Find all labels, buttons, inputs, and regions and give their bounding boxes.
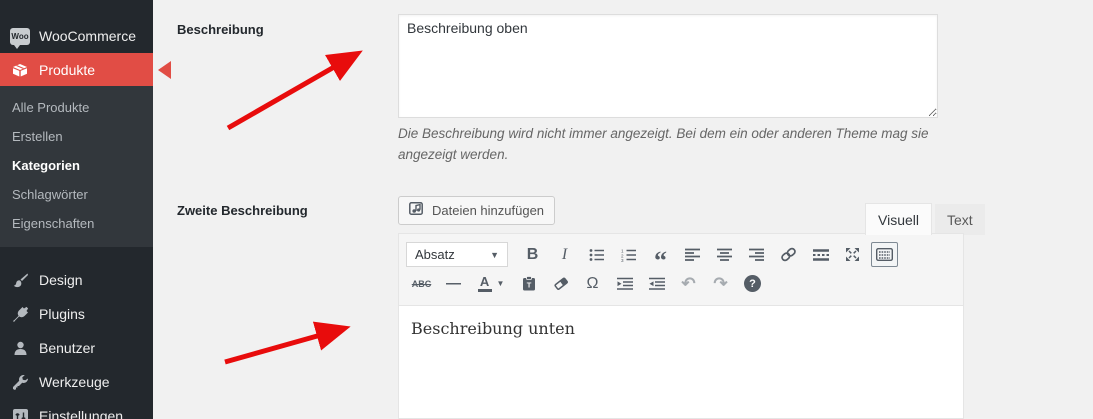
sidebar-item-label: Design: [39, 272, 83, 288]
sidebar-item-schlagwoerter[interactable]: Schlagwörter: [0, 180, 153, 209]
format-dropdown[interactable]: Absatz ▼: [406, 242, 508, 267]
sidebar-item-benutzer[interactable]: Benutzer: [0, 331, 153, 365]
sidebar-item-label: WooCommerce: [39, 28, 136, 44]
align-right-button[interactable]: [743, 242, 770, 267]
sidebar-item-werkzeuge[interactable]: Werkzeuge: [0, 365, 153, 399]
omega-icon: Ω: [586, 274, 599, 292]
blockquote-button[interactable]: “: [647, 242, 674, 275]
italic-icon: I: [561, 245, 568, 263]
italic-button[interactable]: I: [551, 242, 578, 267]
align-left-button[interactable]: [679, 242, 706, 267]
link-button[interactable]: [775, 242, 802, 267]
editor-toolbar: Absatz ▼ B I 1 2 3 “ ABC — A ▼ T Ω ↶ ↷ ?: [399, 234, 963, 306]
user-icon: [10, 338, 30, 358]
sidebar-item-label: Produkte: [39, 61, 96, 78]
toolbar-toggle-icon: [876, 248, 893, 261]
horizontal-rule-icon: —: [446, 275, 461, 292]
indent-button[interactable]: [643, 271, 670, 296]
horizontal-rule-button[interactable]: —: [440, 271, 467, 296]
add-media-icon: [409, 201, 426, 220]
tab-text[interactable]: Text: [935, 204, 985, 235]
plug-icon: [10, 304, 30, 324]
editor-mode-tabs: Visuell Text: [865, 203, 985, 235]
sidebar-item-alle-produkte[interactable]: Alle Produkte: [0, 93, 153, 122]
toolbar-row-1: Absatz ▼ B I 1 2 3 “: [406, 240, 956, 275]
sidebar-item-erstellen[interactable]: Erstellen: [0, 122, 153, 151]
strikethrough-button[interactable]: ABC: [408, 271, 435, 296]
wrench-icon: [10, 372, 30, 392]
read-more-button[interactable]: [807, 242, 834, 267]
sidebar-item-label: Einstellungen: [39, 408, 124, 419]
bold-button[interactable]: B: [519, 242, 546, 267]
undo-icon: ↶: [681, 273, 696, 293]
brush-icon: [10, 270, 30, 290]
bullet-list-icon: [589, 248, 605, 262]
bold-icon: B: [526, 245, 539, 263]
sidebar-item-produkte[interactable]: Produkte: [0, 53, 171, 86]
special-character-button[interactable]: Ω: [579, 271, 606, 296]
eraser-icon: [553, 277, 569, 290]
link-icon: [780, 247, 797, 262]
paste-as-text-button[interactable]: T: [515, 271, 542, 296]
format-dropdown-value: Absatz: [415, 247, 455, 262]
description-label: Beschreibung: [177, 22, 264, 37]
help-icon: ?: [744, 275, 761, 292]
redo-icon: ↷: [713, 273, 728, 293]
numbered-list-icon: 1 2 3: [621, 248, 637, 262]
wysiwyg-editor: Absatz ▼ B I 1 2 3 “ ABC — A ▼ T Ω ↶ ↷ ?…: [398, 233, 964, 419]
align-center-icon: [717, 248, 732, 261]
text-color-button[interactable]: A ▼: [472, 271, 510, 296]
outdent-button[interactable]: [611, 271, 638, 296]
numbered-list-button[interactable]: 1 2 3: [615, 242, 642, 267]
produkte-submenu: Alle Produkte Erstellen Kategorien Schla…: [0, 86, 153, 247]
admin-sidebar: Woo WooCommerce Produkte Alle Produkte E…: [0, 0, 171, 419]
text-color-icon: A: [477, 275, 492, 292]
align-right-icon: [749, 248, 764, 261]
main-content: Beschreibung Beschreibung oben Die Besch…: [153, 0, 1093, 419]
sidebar-item-label: Benutzer: [39, 340, 96, 356]
undo-button[interactable]: ↶: [675, 271, 702, 296]
align-left-icon: [685, 248, 700, 261]
sidebar-item-label: Werkzeuge: [39, 374, 110, 390]
sidebar-item-label: Plugins: [39, 306, 85, 322]
add-media-button[interactable]: Dateien hinzufügen: [398, 196, 556, 225]
page: Woo WooCommerce Produkte Alle Produkte E…: [0, 0, 1093, 419]
description-help-text: Die Beschreibung wird nicht immer angeze…: [398, 126, 929, 162]
blockquote-icon: “: [654, 245, 667, 275]
settings-sliders-icon: [10, 406, 30, 419]
chevron-down-icon: ▼: [496, 279, 505, 288]
description-textarea[interactable]: Beschreibung oben: [398, 14, 938, 118]
fullscreen-icon: [845, 247, 860, 262]
editor-content-area[interactable]: Beschreibung unten: [399, 306, 963, 419]
tab-visual[interactable]: Visuell: [865, 203, 932, 235]
sidebar-item-plugins[interactable]: Plugins: [0, 297, 153, 331]
fullscreen-button[interactable]: [839, 242, 866, 267]
toolbar-row-2: ABC — A ▼ T Ω ↶ ↷ ?: [406, 269, 956, 298]
bullet-list-button[interactable]: [583, 242, 610, 267]
read-more-icon: [812, 248, 829, 261]
svg-text:3: 3: [621, 258, 624, 262]
second-description-label: Zweite Beschreibung: [177, 203, 308, 218]
woocommerce-icon: Woo: [10, 26, 30, 49]
clear-formatting-button[interactable]: [547, 271, 574, 296]
sidebar-item-design[interactable]: Design: [0, 263, 153, 297]
outdent-icon: [616, 277, 633, 290]
sidebar-item-eigenschaften[interactable]: Eigenschaften: [0, 209, 153, 238]
strikethrough-icon: ABC: [411, 278, 432, 289]
sidebar-item-kategorien[interactable]: Kategorien: [0, 151, 153, 180]
clipboard-icon: T: [522, 276, 536, 291]
add-media-label: Dateien hinzufügen: [432, 203, 545, 218]
indent-icon: [648, 277, 665, 290]
sidebar-item-woocommerce[interactable]: Woo WooCommerce: [0, 19, 153, 53]
sidebar-item-einstellungen[interactable]: Einstellungen: [0, 399, 153, 419]
redo-button[interactable]: ↷: [707, 271, 734, 296]
align-center-button[interactable]: [711, 242, 738, 267]
sidebar-lower-menu: Design Plugins Benutzer Werkzeuge Einste…: [0, 263, 153, 419]
package-icon: [10, 60, 30, 80]
svg-text:T: T: [526, 281, 531, 290]
help-button[interactable]: ?: [739, 271, 766, 296]
toolbar-toggle-button[interactable]: [871, 242, 898, 267]
chevron-down-icon: ▼: [490, 249, 499, 260]
